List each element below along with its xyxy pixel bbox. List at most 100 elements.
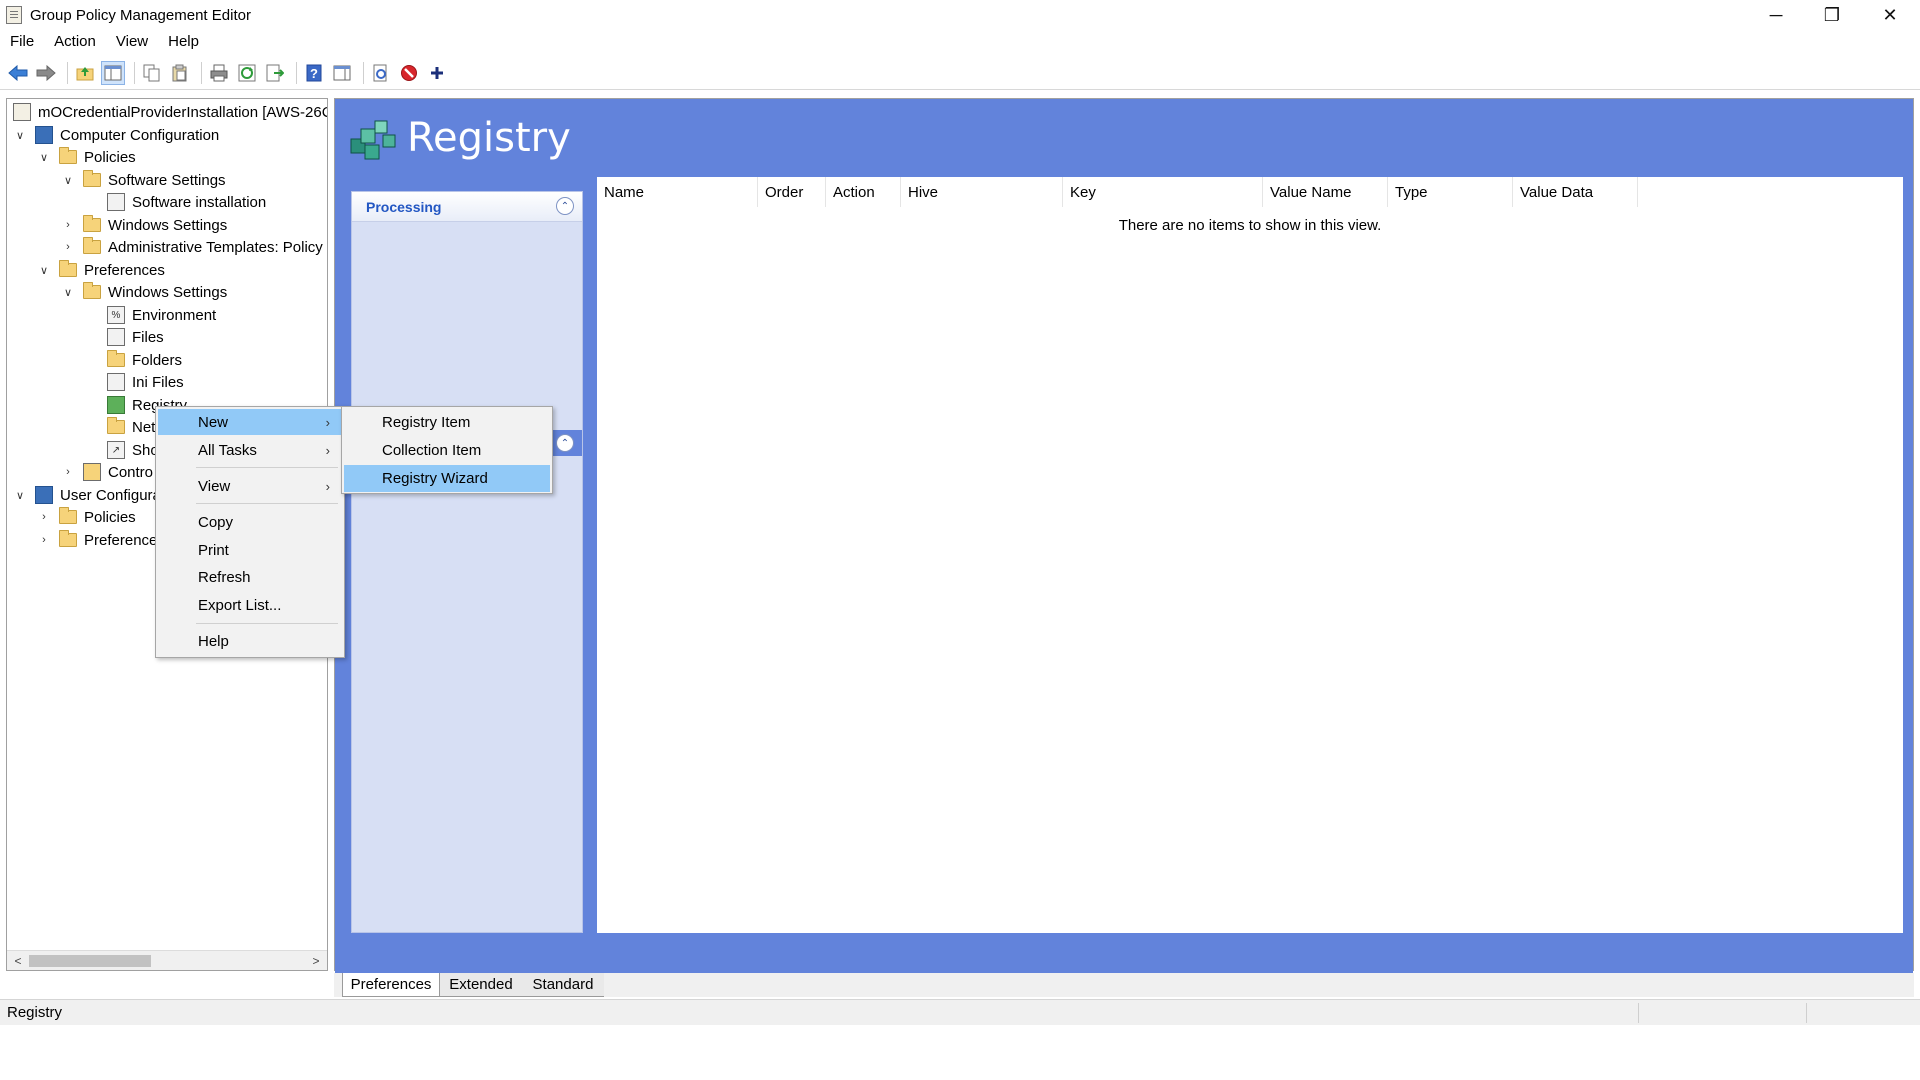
context-menu-item-view[interactable]: View ›	[158, 473, 342, 499]
collapse-chevron-icon[interactable]: ∨	[13, 488, 27, 502]
tree-node-user-configuration[interactable]: ∨ User Configura	[13, 484, 161, 506]
status-separator	[1638, 1003, 1639, 1023]
collapse-chevron-icon[interactable]: ∨	[37, 263, 51, 277]
processing-header[interactable]: Processing ⌃	[352, 192, 582, 222]
context-menu-item-help[interactable]: Help	[158, 628, 342, 654]
collapse-chevron-icon[interactable]: ∨	[61, 285, 75, 299]
tree-node-label: mOCredentialProviderInstallation [AWS-26…	[38, 103, 328, 121]
print-icon[interactable]	[207, 61, 231, 85]
menu-help[interactable]: Help	[158, 30, 209, 54]
add-icon[interactable]	[425, 61, 449, 85]
refresh-icon[interactable]	[235, 61, 259, 85]
tab-preferences[interactable]: Preferences	[342, 973, 440, 997]
forward-icon[interactable]	[34, 61, 58, 85]
tree-node-windows-settings-policies[interactable]: › Windows Settings	[61, 214, 227, 236]
menu-view[interactable]: View	[106, 30, 158, 54]
close-button[interactable]: ✕	[1862, 0, 1918, 30]
menu-action[interactable]: Action	[44, 30, 106, 54]
folder-icon	[83, 237, 101, 254]
properties-icon[interactable]	[369, 61, 393, 85]
tree-node-windows-settings-preferences[interactable]: ∨ Windows Settings	[61, 281, 227, 303]
folders-icon	[107, 350, 125, 367]
copy-icon[interactable]	[140, 61, 164, 85]
extension-banner: Registry Processing ⌃ ⌃ Name Order Actio…	[335, 99, 1913, 973]
status-bar: Registry	[0, 999, 1920, 1025]
new-submenu: Registry Item Collection Item Registry W…	[341, 406, 553, 494]
up-folder-icon[interactable]	[73, 61, 97, 85]
expand-chevron-icon[interactable]: ›	[61, 465, 75, 479]
paste-icon[interactable]	[168, 61, 192, 85]
tree-node-folders[interactable]: Folders	[107, 349, 182, 371]
tree-node-administrative-templates[interactable]: › Administrative Templates: Policy	[61, 236, 323, 258]
context-menu-item-print[interactable]: Print	[158, 537, 342, 563]
processing-panel: Processing ⌃ ⌃	[351, 191, 583, 933]
collapse-icon[interactable]: ⌃	[556, 197, 574, 215]
tree-node-environment[interactable]: % Environment	[107, 304, 216, 326]
tree-node-shortcuts[interactable]: ↗ Sho	[107, 439, 159, 461]
expand-chevron-icon[interactable]: ›	[61, 240, 75, 254]
context-menu-item-new[interactable]: New ›	[158, 409, 342, 435]
scroll-right-arrow-icon[interactable]: >	[307, 952, 325, 970]
collapse-chevron-icon[interactable]: ∨	[61, 173, 75, 187]
minimize-button[interactable]: ─	[1748, 0, 1804, 30]
tree-node-computer-configuration[interactable]: ∨ Computer Configuration	[13, 124, 219, 146]
tree-node-software-installation[interactable]: Software installation	[107, 191, 266, 213]
submenu-item-registry-item[interactable]: Registry Item	[344, 409, 550, 436]
help-icon[interactable]: ?	[302, 61, 326, 85]
tree-node-preferences[interactable]: ∨ Preferences	[37, 259, 165, 281]
items-list[interactable]: Name Order Action Hive Key Value Name Ty…	[597, 177, 1903, 933]
tree-node-user-preferences[interactable]: › Preference	[37, 529, 157, 551]
collapse-icon[interactable]: ⌃	[556, 434, 574, 452]
column-header-order[interactable]: Order	[758, 177, 826, 207]
submenu-item-registry-wizard[interactable]: Registry Wizard	[344, 465, 550, 492]
column-header-type[interactable]: Type	[1388, 177, 1513, 207]
context-menu-item-all-tasks[interactable]: All Tasks ›	[158, 437, 342, 463]
tab-standard[interactable]: Standard	[522, 973, 604, 997]
tree-node-gpo[interactable]: mOCredentialProviderInstallation [AWS-26…	[13, 101, 328, 123]
title-bar: Group Policy Management Editor ─ ❐ ✕	[0, 0, 1920, 30]
tree-node-label: Administrative Templates: Policy	[108, 238, 323, 256]
restore-button[interactable]: ❐	[1804, 0, 1860, 30]
tree-node-files[interactable]: Files	[107, 326, 164, 348]
column-header-value-data[interactable]: Value Data	[1513, 177, 1638, 207]
stop-icon[interactable]	[397, 61, 421, 85]
collapse-chevron-icon[interactable]: ∨	[13, 128, 27, 142]
toolbar-separator	[134, 61, 135, 84]
submenu-item-collection-item[interactable]: Collection Item	[344, 437, 550, 464]
export-icon[interactable]	[263, 61, 287, 85]
menu-file[interactable]: File	[0, 30, 44, 54]
tree-node-ini-files[interactable]: Ini Files	[107, 371, 184, 393]
tree-node-control-panel[interactable]: › Contro	[61, 461, 153, 483]
column-header-hive[interactable]: Hive	[901, 177, 1063, 207]
tree-node-label: Policies	[84, 148, 136, 166]
expand-chevron-icon[interactable]: ›	[61, 218, 75, 232]
context-menu-item-copy[interactable]: Copy	[158, 509, 342, 535]
column-header-action[interactable]: Action	[826, 177, 901, 207]
gpo-icon	[13, 103, 31, 121]
tree-node-policies[interactable]: ∨ Policies	[37, 146, 136, 168]
tab-extended[interactable]: Extended	[440, 973, 522, 997]
tree-horizontal-scrollbar[interactable]: < >	[7, 950, 327, 970]
tree-node-network-shares[interactable]: Net	[107, 416, 155, 438]
show-tree-icon[interactable]	[101, 60, 125, 85]
scroll-left-arrow-icon[interactable]: <	[9, 952, 27, 970]
column-header-value-name[interactable]: Value Name	[1263, 177, 1388, 207]
submenu-arrow-icon: ›	[325, 478, 330, 494]
toolbar: ?	[0, 56, 1920, 90]
expand-chevron-icon[interactable]: ›	[37, 533, 51, 547]
tree-node-label: Preferences	[84, 261, 165, 279]
expand-chevron-icon[interactable]: ›	[37, 510, 51, 524]
menu-separator	[196, 623, 338, 624]
tree-node-software-settings[interactable]: ∨ Software Settings	[61, 169, 226, 191]
column-header-name[interactable]: Name	[597, 177, 758, 207]
context-menu-item-refresh[interactable]: Refresh	[158, 564, 342, 590]
scroll-thumb[interactable]	[29, 955, 151, 967]
tree-node-user-policies[interactable]: › Policies	[37, 506, 136, 528]
column-header-key[interactable]: Key	[1063, 177, 1263, 207]
collapse-chevron-icon[interactable]: ∨	[37, 150, 51, 164]
back-icon[interactable]	[6, 61, 30, 85]
tree-node-label: Windows Settings	[108, 216, 228, 234]
context-menu-item-export-list[interactable]: Export List...	[158, 592, 342, 618]
show-action-pane-icon[interactable]	[330, 61, 354, 85]
tree-node-label: Policies	[84, 508, 136, 526]
